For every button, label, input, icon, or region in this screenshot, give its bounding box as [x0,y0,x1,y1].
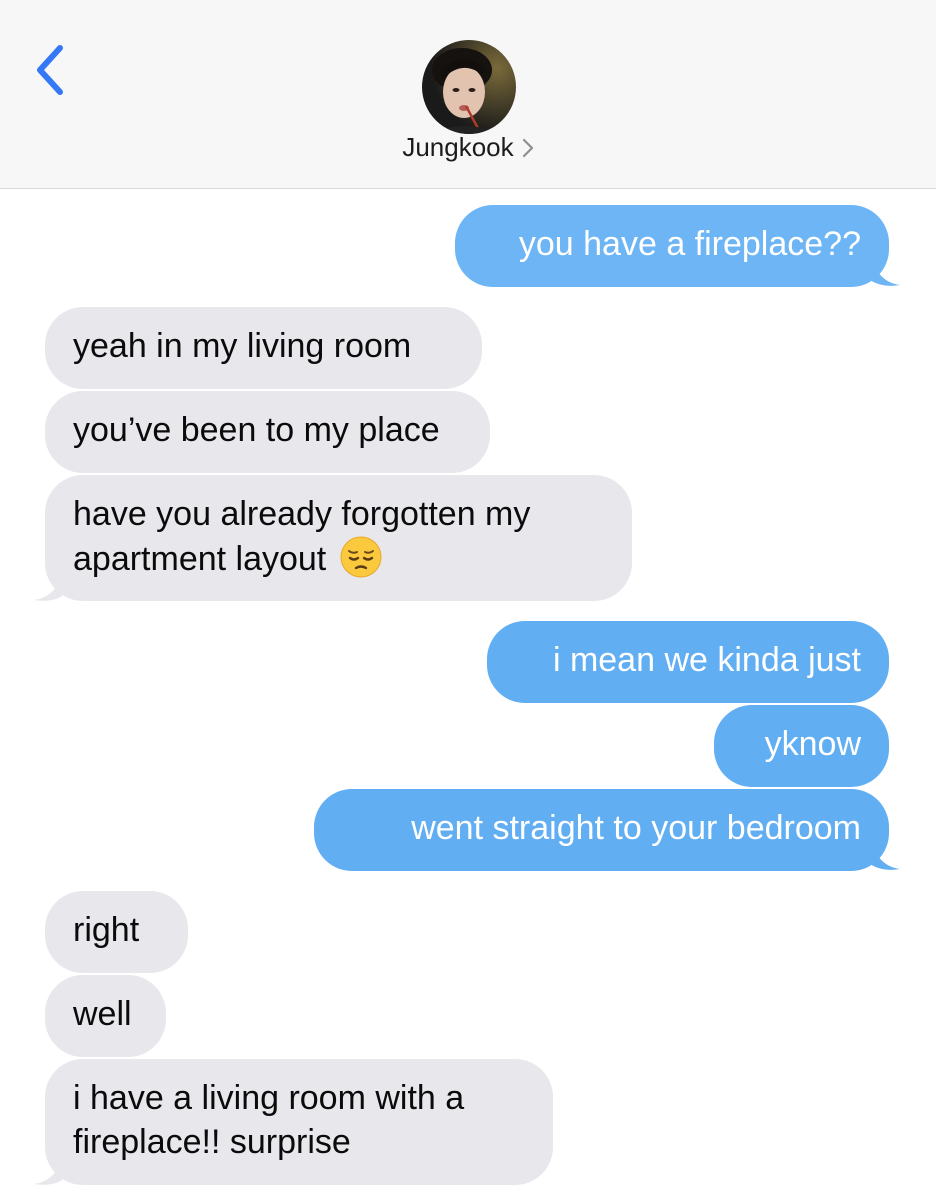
message-text: have you already forgotten my apartment … [73,495,531,578]
chevron-right-icon [522,134,534,165]
message-bubble-outgoing[interactable]: yknow [714,705,889,787]
message-text: right [73,911,140,949]
message-bubble-outgoing[interactable]: i mean we kinda just [487,621,889,703]
avatar[interactable] [422,40,516,134]
message-bubble-incoming[interactable]: you’ve been to my place [45,391,490,473]
message-bubble-incoming[interactable]: right [45,891,188,973]
message-bubble-outgoing[interactable]: went straight to your bedroom [314,789,889,871]
contact-name: Jungkook [402,132,514,162]
conversation-header: Jungkook [0,0,936,189]
message-bubble-incoming[interactable]: yeah in my living room [45,307,482,389]
message-bubble-outgoing[interactable]: you have a fireplace?? [455,205,889,287]
message-bubble-incoming[interactable]: well [45,975,166,1057]
message-text: you’ve been to my place [73,411,440,449]
pensive-face-emoji-icon [340,536,382,578]
message-text: i have a living room with a fireplace!! … [73,1079,465,1161]
message-text: i mean we kinda just [552,641,861,679]
contact-name-button[interactable]: Jungkook [0,132,936,165]
message-text: yeah in my living room [73,327,412,365]
message-text: went straight to your bedroom [411,809,861,847]
bubble-tail [34,573,62,601]
message-bubble-incoming[interactable]: have you already forgotten my apartment … [45,475,632,601]
chevron-left-icon [37,45,63,95]
bubble-tail [34,1157,62,1185]
bubble-tail [872,258,900,286]
message-text: yknow [764,725,861,763]
message-text: well [73,995,132,1033]
back-button[interactable] [30,40,74,100]
message-bubble-incoming[interactable]: i have a living room with a fireplace!! … [45,1059,553,1185]
message-text: you have a fireplace?? [518,225,861,263]
bubble-tail [872,842,900,870]
